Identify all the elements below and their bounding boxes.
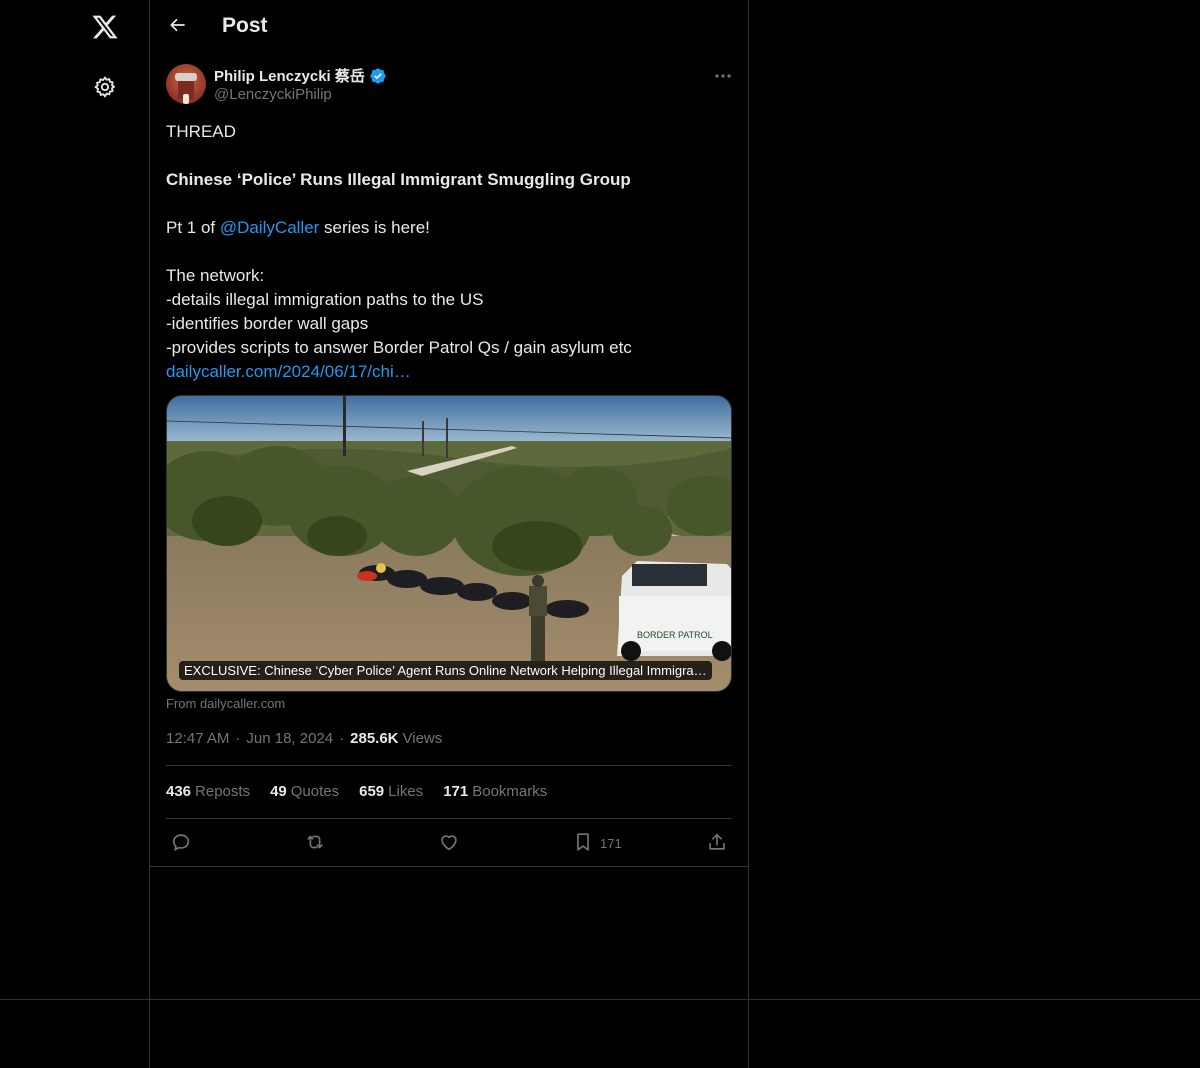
tweet-line: -identifies border wall gaps <box>166 314 369 333</box>
repost-icon <box>304 831 326 856</box>
bookmark-icon <box>572 831 594 856</box>
back-button[interactable] <box>164 13 192 41</box>
post-bottom-border <box>150 866 748 867</box>
reposts-count: 436 <box>166 783 192 800</box>
quotes-stat[interactable]: 49 Quotes <box>270 783 339 800</box>
tweet-headline: Chinese ‘Police’ Runs Illegal Immigrant … <box>166 170 631 189</box>
likes-stat[interactable]: 659 Likes <box>359 783 423 800</box>
views-label: Views <box>402 730 443 747</box>
author-handle[interactable]: @LenczyckiPhilip <box>214 86 332 103</box>
views-count: 285.6K <box>350 730 399 747</box>
card-image: BORDER PATROL <box>167 396 731 691</box>
like-button[interactable] <box>438 830 460 856</box>
heart-icon <box>438 831 460 856</box>
reply-button[interactable] <box>170 830 192 856</box>
divider <box>166 818 732 819</box>
tweet-line-spacer <box>166 144 736 168</box>
tweet-line: Pt 1 of @DailyCaller series is here! <box>166 216 736 240</box>
tweet-line: -provides scripts to answer Border Patro… <box>166 338 632 357</box>
quotes-label: Quotes <box>290 783 340 800</box>
tweet-line: The network: <box>166 266 265 285</box>
tweet-text-segment: Pt 1 of <box>166 218 220 237</box>
card-title: EXCLUSIVE: Chinese ‘Cyber Police’ Agent … <box>179 661 712 680</box>
tweet-text: THREAD Chinese ‘Police’ Runs Illegal Imm… <box>166 120 736 384</box>
bookmarks-count: 171 <box>443 783 469 800</box>
divider <box>166 765 732 766</box>
arrow-left-icon <box>169 16 187 39</box>
share-icon <box>706 831 728 856</box>
share-button[interactable] <box>706 830 728 856</box>
bookmark-count: 171 <box>600 835 622 851</box>
author-name: Philip Lenczycki 蔡岳 <box>214 68 365 85</box>
post-time[interactable]: 12:47 AM <box>166 730 229 747</box>
action-bar: 171 <box>166 830 736 856</box>
repost-button[interactable] <box>304 830 326 856</box>
bookmarks-stat[interactable]: 171 Bookmarks <box>443 783 547 800</box>
reply-icon <box>170 831 192 856</box>
tweet-line: -details illegal immigration paths to th… <box>166 290 484 309</box>
page-header: Post <box>150 0 748 54</box>
main-column: Post Philip Lenczycki 蔡岳 @LenczyckiPhili… <box>149 0 749 1000</box>
likes-label: Likes <box>388 783 424 800</box>
bookmark-button[interactable]: 171 <box>572 830 622 856</box>
reposts-label: Reposts <box>195 783 251 800</box>
x-logo-icon[interactable] <box>89 11 121 43</box>
tweet-line-spacer <box>166 192 736 216</box>
separator: · <box>235 730 241 747</box>
separator: · <box>339 730 345 747</box>
author-name-link[interactable]: Philip Lenczycki 蔡岳 <box>214 65 387 86</box>
verified-badge-icon <box>369 67 387 85</box>
page-title: Post <box>222 14 268 37</box>
card-source[interactable]: From dailycaller.com <box>166 696 285 711</box>
likes-count: 659 <box>359 783 385 800</box>
tweet-text-segment: series is here! <box>319 218 430 237</box>
post-date[interactable]: Jun 18, 2024 <box>246 730 333 747</box>
vehicle-text: BORDER PATROL <box>637 630 713 640</box>
avatar[interactable] <box>166 64 206 104</box>
article-link[interactable]: dailycaller.com/2024/06/17/chi… <box>166 360 736 384</box>
more-button[interactable] <box>710 64 736 86</box>
footer-column <box>149 1000 749 1068</box>
more-horizontal-icon <box>714 66 732 84</box>
link-card[interactable]: BORDER PATROL EXCLUSIVE: Chinese ‘Cyber … <box>166 395 732 692</box>
post-meta: 12:47 AM · Jun 18, 2024 · 285.6K Views <box>166 730 442 747</box>
quotes-count: 49 <box>270 783 287 800</box>
gear-icon[interactable] <box>89 71 121 103</box>
tweet-line-spacer <box>166 240 736 264</box>
mention-link[interactable]: @DailyCaller <box>220 218 319 237</box>
left-nav <box>0 0 150 1000</box>
reposts-stat[interactable]: 436 Reposts <box>166 783 250 800</box>
bookmarks-label: Bookmarks <box>472 783 548 800</box>
engagement-stats: 436 Reposts 49 Quotes 659 Likes 171 Bookmark… <box>166 783 567 800</box>
tweet-line: THREAD <box>166 122 236 141</box>
